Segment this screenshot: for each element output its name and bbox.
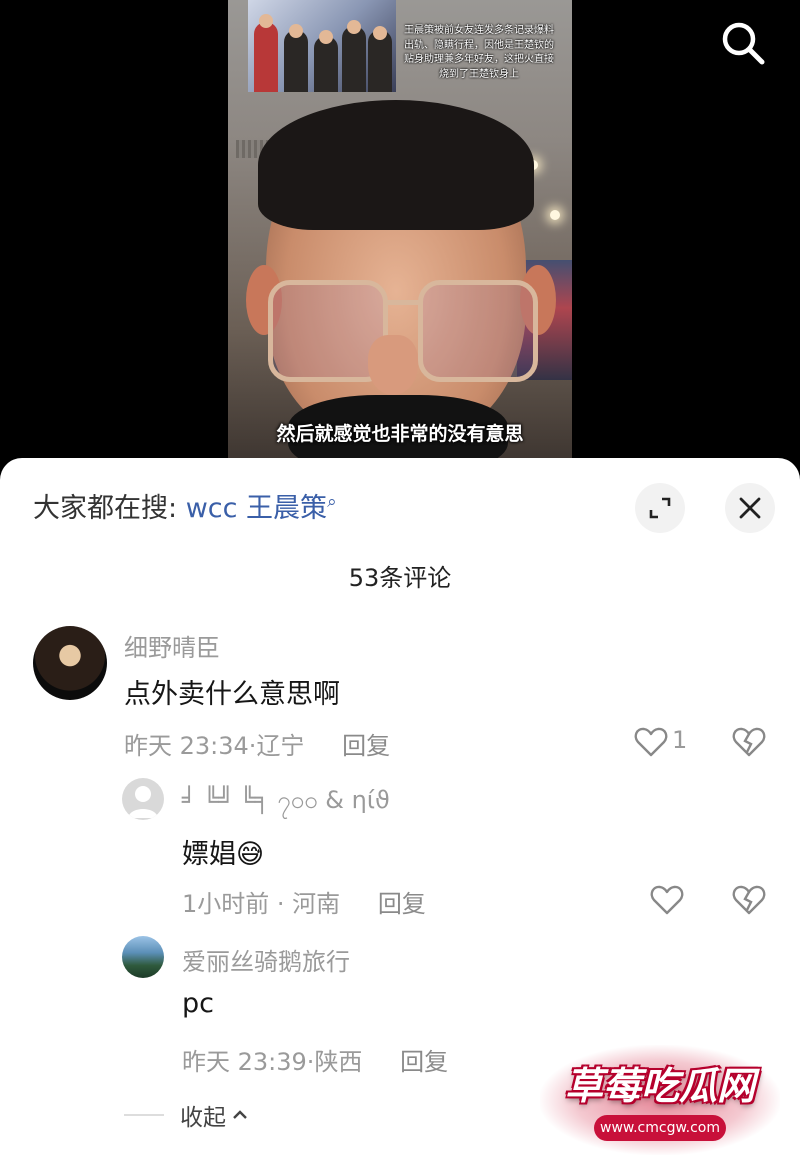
divider (124, 1114, 164, 1116)
comment-username[interactable]: 细野晴臣 (124, 628, 220, 663)
reply-username[interactable]: ╛ ╚╝ ╚╕ ၇၀၀ & ηίϑ (182, 784, 390, 820)
like-heart-icon[interactable] (633, 724, 669, 760)
trending-term[interactable]: wcc 王晨策 (186, 493, 327, 524)
person-hair (258, 100, 534, 230)
close-button[interactable] (725, 483, 775, 533)
dislike-broken-heart-icon[interactable] (731, 882, 767, 918)
avatar[interactable] (122, 936, 164, 978)
small-search-icon: ⌕ (327, 492, 337, 512)
reply-time: 昨天 23:39 (182, 1048, 307, 1076)
close-icon (739, 497, 761, 519)
trending-label: 大家都在搜: (33, 493, 178, 524)
trending-search[interactable]: 大家都在搜: wcc 王晨策⌕ (33, 486, 337, 525)
reply-button[interactable]: 回复 (400, 1048, 448, 1076)
comment-location: 辽宁 (256, 732, 305, 760)
comments-count-title: 53条评论 (348, 564, 452, 592)
avatar[interactable] (33, 626, 107, 700)
comment-text: 点外卖什么意思啊 (124, 679, 340, 710)
default-avatar-icon[interactable] (122, 778, 164, 820)
watermark-logo: 草莓吃瓜网 www.cmcgw.com (540, 1045, 780, 1155)
inset-photo (248, 0, 396, 92)
glasses-right-lens (418, 280, 538, 382)
video-overlay-caption: 王晨策被前女友连发多条记录爆料出轨、隐瞒行程，因他是王楚钦的贴身助理兼多年好友，… (404, 25, 554, 80)
collapse-replies-button[interactable]: 收起 (124, 1098, 250, 1132)
like-count: 1 (672, 726, 688, 754)
reply-time: 1小时前 (182, 890, 270, 918)
reply-location: 陕西 (314, 1048, 363, 1076)
ceiling-light (550, 210, 560, 220)
watermark-title: 草莓吃瓜网 (564, 1064, 755, 1108)
reply-button[interactable]: 回复 (378, 890, 426, 918)
chevron-up-icon (233, 1110, 247, 1119)
comment-time: 昨天 23:34 (124, 732, 249, 760)
video-subtitle: 然后就感觉也非常的没有意思 (276, 423, 524, 445)
reply-text: pc (182, 988, 214, 1019)
reply-location: 河南 (292, 890, 341, 918)
expand-icon (649, 497, 671, 519)
dislike-broken-heart-icon[interactable] (731, 724, 767, 760)
reply-button[interactable]: 回复 (342, 732, 390, 760)
reply-username[interactable]: 爱丽丝骑鹅旅行 (182, 942, 350, 977)
comment-item: 细野晴臣 点外卖什么意思啊 昨天 23:34·辽宁 回复 1 (0, 624, 800, 774)
expand-button[interactable] (635, 483, 685, 533)
reply-item: ╛ ╚╝ ╚╕ ၇၀၀ & ηίϑ 嫖娼😅 1小时前 · 河南 回复 (0, 778, 800, 928)
like-heart-icon[interactable] (649, 882, 685, 918)
emoji: 😅 (236, 839, 265, 870)
glasses-bridge (383, 300, 421, 305)
search-icon[interactable] (720, 20, 766, 66)
video-player[interactable]: 王晨策被前女友连发多条记录爆料出轨、隐瞒行程，因他是王楚钦的贴身助理兼多年好友，… (0, 0, 800, 470)
video-frame[interactable]: 王晨策被前女友连发多条记录爆料出轨、隐瞒行程，因他是王楚钦的贴身助理兼多年好友，… (228, 0, 572, 470)
reply-text: 嫖娼😅 (182, 839, 265, 870)
person-nose (368, 335, 418, 395)
watermark-url: www.cmcgw.com (594, 1115, 726, 1141)
collapse-label: 收起 (180, 1105, 226, 1131)
